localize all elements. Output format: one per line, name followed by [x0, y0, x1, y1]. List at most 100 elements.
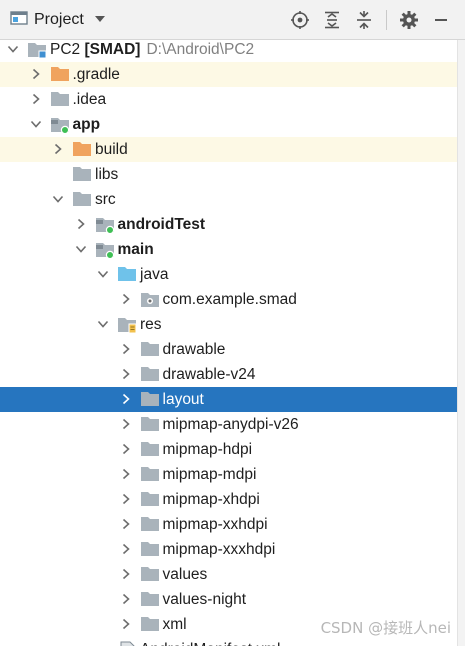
tree-row-mipmap-xhdpi[interactable]: mipmap-xhdpi	[0, 487, 465, 512]
tree-row-label: res	[140, 316, 162, 333]
project-root-icon	[27, 40, 47, 60]
project-view-selector[interactable]: Project	[10, 8, 106, 32]
tree-row-label: layout	[162, 391, 204, 408]
tree-row-mipmap-xxhdpi[interactable]: mipmap-xxhdpi	[0, 512, 465, 537]
package-icon	[140, 290, 160, 310]
tree-row-label: src	[95, 191, 116, 208]
folder-icon	[72, 165, 92, 185]
chevron-down-icon[interactable]	[28, 116, 44, 132]
tree-row-label: values	[162, 566, 208, 583]
toolbar-actions	[288, 8, 453, 32]
chevron-right-icon[interactable]	[118, 516, 134, 532]
tree-row-label: xml	[162, 616, 187, 633]
tree-row-label: mipmap-xxxhdpi	[162, 541, 276, 558]
chevron-right-icon[interactable]	[118, 616, 134, 632]
chevron-right-icon[interactable]	[28, 91, 44, 107]
tree-row-app[interactable]: app	[0, 112, 465, 137]
tree-row-label: mipmap-xhdpi	[162, 491, 260, 508]
tree-row-label: .gradle	[72, 66, 120, 83]
locate-icon[interactable]	[288, 8, 312, 32]
chevron-right-icon[interactable]	[118, 566, 134, 582]
watermark: CSDN @接班人nei	[320, 619, 451, 637]
chevron-down-icon[interactable]	[95, 266, 111, 282]
chevron-right-icon[interactable]	[118, 416, 134, 432]
collapse-all-icon[interactable]	[352, 8, 376, 32]
tree-row-pc2[interactable]: PC2 [SMAD] D:\Android\PC2	[0, 37, 465, 62]
tree-row-drawable-v24[interactable]: drawable-v24	[0, 362, 465, 387]
toolbar-separator	[386, 10, 387, 30]
tree-row-gradle[interactable]: .gradle	[0, 62, 465, 87]
chevron-down-icon[interactable]	[95, 316, 111, 332]
tree-row-mipmap-hdpi[interactable]: mipmap-hdpi	[0, 437, 465, 462]
chevron-right-icon[interactable]	[118, 541, 134, 557]
folder-icon	[72, 190, 92, 210]
chevron-right-icon[interactable]	[118, 491, 134, 507]
tree-row-label: AndroidManifest.xml	[140, 637, 280, 646]
tree-row-layout[interactable]: layout	[0, 387, 465, 412]
dropdown-chevron-icon[interactable]	[94, 11, 106, 29]
project-view-icon	[10, 10, 28, 31]
tree-row-label: libs	[95, 166, 119, 183]
tree-row-values-night[interactable]: values-night	[0, 587, 465, 612]
project-name: PC2	[50, 41, 81, 58]
chevron-right-icon[interactable]	[118, 441, 134, 457]
module-folder-icon	[95, 240, 115, 260]
chevron-right-icon[interactable]	[28, 66, 44, 82]
tree-row-label: .idea	[72, 91, 107, 108]
tree-row-label: androidTest	[117, 216, 206, 233]
chevron-right-icon[interactable]	[118, 291, 134, 307]
excluded-folder-icon	[50, 65, 70, 85]
chevron-right-icon[interactable]	[118, 391, 134, 407]
excluded-folder-icon	[72, 140, 92, 160]
scrollbar-track[interactable]	[457, 40, 465, 646]
tree-row-java[interactable]: java	[0, 262, 465, 287]
manifest-file-icon	[117, 640, 137, 646]
tree-row-libs[interactable]: libs	[0, 162, 465, 187]
project-tree: PC2 [SMAD] D:\Android\PC2 .gradle .idea app b…	[0, 37, 465, 646]
folder-icon	[50, 90, 70, 110]
gear-icon[interactable]	[397, 8, 421, 32]
folder-icon	[140, 615, 160, 635]
tree-row-build[interactable]: build	[0, 137, 465, 162]
tree-row-label: mipmap-xxhdpi	[162, 516, 268, 533]
chevron-right-icon[interactable]	[118, 366, 134, 382]
tree-row-label: build	[95, 141, 128, 158]
chevron-right-icon[interactable]	[118, 466, 134, 482]
tree-row-values[interactable]: values	[0, 562, 465, 587]
chevron-right-icon[interactable]	[118, 591, 134, 607]
resource-folder-icon	[117, 315, 137, 335]
chevron-right-icon[interactable]	[50, 141, 66, 157]
folder-icon	[140, 565, 160, 585]
tree-row-androidmanifest-xml[interactable]: AndroidManifest.xml	[0, 637, 465, 646]
chevron-down-icon[interactable]	[73, 241, 89, 257]
tree-row-androidtest[interactable]: androidTest	[0, 212, 465, 237]
tree-row-res[interactable]: res	[0, 312, 465, 337]
tree-row-idea[interactable]: .idea	[0, 87, 465, 112]
tree-row-mipmap-mdpi[interactable]: mipmap-mdpi	[0, 462, 465, 487]
folder-icon	[140, 340, 160, 360]
tree-row-label: drawable-v24	[162, 366, 256, 383]
chevron-down-icon[interactable]	[5, 41, 21, 57]
tree-row-label: java	[140, 266, 169, 283]
project-tool-window: Project PC2 [SMAD] D:\Android\PC2 .gradl…	[0, 0, 465, 646]
chevron-down-icon[interactable]	[50, 191, 66, 207]
folder-icon	[140, 415, 160, 435]
tree-row-mipmap-anydpi-v26[interactable]: mipmap-anydpi-v26	[0, 412, 465, 437]
project-toolbar: Project	[0, 0, 465, 40]
tree-row-mipmap-xxxhdpi[interactable]: mipmap-xxxhdpi	[0, 537, 465, 562]
minimize-icon[interactable]	[429, 8, 453, 32]
folder-icon	[140, 465, 160, 485]
module-folder-icon	[50, 115, 70, 135]
source-folder-icon	[117, 265, 137, 285]
tree-row-label: drawable	[162, 341, 226, 358]
chevron-right-icon[interactable]	[73, 216, 89, 232]
expand-all-icon[interactable]	[320, 8, 344, 32]
folder-icon	[140, 390, 160, 410]
tree-row-main[interactable]: main	[0, 237, 465, 262]
tree-row-drawable[interactable]: drawable	[0, 337, 465, 362]
project-view-title: Project	[34, 11, 84, 28]
tree-row-src[interactable]: src	[0, 187, 465, 212]
tree-row-label: values-night	[162, 591, 247, 608]
tree-row-com-example-smad[interactable]: com.example.smad	[0, 287, 465, 312]
chevron-right-icon[interactable]	[118, 341, 134, 357]
